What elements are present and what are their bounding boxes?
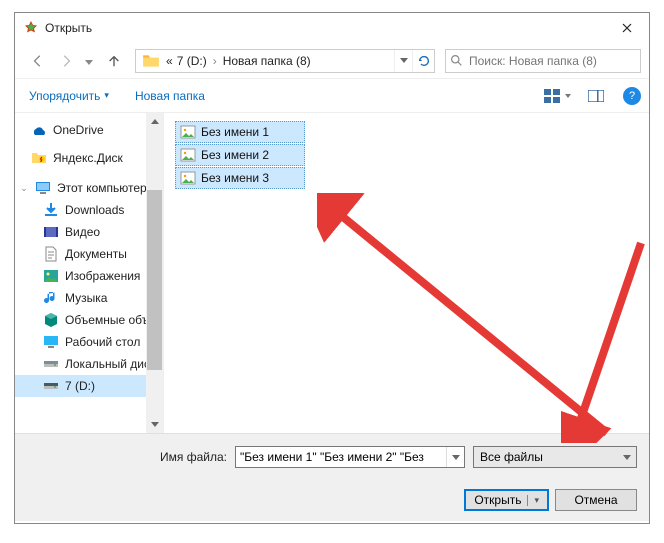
image-file-icon [180,124,196,140]
close-button[interactable] [605,13,649,43]
filter-label: Все файлы [480,450,618,464]
forward-button[interactable] [57,52,75,70]
new-folder-label: Новая папка [135,89,205,103]
file-label: Без имени 3 [201,171,269,185]
image-file-icon [180,147,196,163]
new-folder-button[interactable]: Новая папка [129,85,211,107]
sidebar-item-drive-d[interactable]: 7 (D:) [15,375,163,397]
breadcrumb-root[interactable]: « [164,54,175,68]
chevron-down-icon: ▾ [527,495,539,506]
downloads-icon [43,202,59,218]
back-button[interactable] [29,52,47,70]
sidebar-item-localdisk[interactable]: Локальный диск [15,353,163,375]
breadcrumb-folder[interactable]: Новая папка (8) [221,54,313,68]
expand-handle[interactable]: ⌄ [19,183,29,194]
thispc-icon [35,180,51,196]
open-file-dialog: Открыть « 7 (D:) › Новая папка (8) [14,12,650,524]
title-bar: Открыть [15,13,649,43]
footer: Имя файла: Все файлы Открыть ▾ Отмена [15,433,649,521]
open-button[interactable]: Открыть ▾ [464,489,549,511]
sidebar-item-downloads[interactable]: Downloads [15,199,163,221]
address-bar[interactable]: « 7 (D:) › Новая папка (8) [135,49,435,73]
address-dropdown[interactable] [394,50,412,72]
window-title: Открыть [45,21,605,35]
recent-locations-dropdown[interactable] [85,54,95,68]
scroll-up-button[interactable] [146,113,163,130]
image-file-icon [180,170,196,186]
chevron-down-icon [618,447,636,467]
annotation-arrow [561,233,651,443]
preview-pane-button[interactable] [583,85,609,107]
pictures-icon [43,268,59,284]
open-button-label: Открыть [474,493,521,507]
file-item[interactable]: Без имени 1 [175,121,305,143]
desktop-icon [43,334,59,350]
filename-input[interactable] [236,450,446,464]
scroll-down-button[interactable] [146,416,163,433]
file-label: Без имени 1 [201,125,269,139]
filename-label: Имя файла: [27,450,227,464]
music-icon [43,290,59,306]
sidebar-item-yandexdisk[interactable]: Яндекс.Диск [15,147,163,169]
videos-icon [43,224,59,240]
view-options-button[interactable] [539,85,565,107]
command-bar: Упорядочить ▾ Новая папка ? [15,79,649,113]
sidebar-item-music[interactable]: Музыка [15,287,163,309]
sidebar-item-documents[interactable]: Документы [15,243,163,265]
filetype-combobox[interactable]: Все файлы [473,446,637,468]
folder-icon [142,52,160,70]
refresh-button[interactable] [412,50,434,72]
scroll-thumb[interactable] [147,190,162,370]
chevron-down-icon[interactable] [446,447,464,467]
sidebar-scrollbar[interactable] [146,113,163,433]
search-icon [450,54,463,67]
volumes-icon [43,312,59,328]
sidebar-item-desktop[interactable]: Рабочий стол [15,331,163,353]
sidebar-item-thispc[interactable]: ⌄ Этот компьютер [15,177,163,199]
organize-label: Упорядочить [29,89,100,103]
filename-combobox[interactable] [235,446,465,468]
help-button[interactable]: ? [623,87,641,105]
sidebar-item-onedrive[interactable]: OneDrive [15,119,163,141]
onedrive-icon [31,122,47,138]
drive-icon [43,378,59,394]
file-item[interactable]: Без имени 3 [175,167,305,189]
file-item[interactable]: Без имени 2 [175,144,305,166]
app-icon [23,20,39,36]
nav-row: « 7 (D:) › Новая папка (8) [15,43,649,79]
cancel-button[interactable]: Отмена [555,489,637,511]
documents-icon [43,246,59,262]
drive-icon [43,356,59,372]
sidebar-item-videos[interactable]: Видео [15,221,163,243]
sidebar-item-pictures[interactable]: Изображения [15,265,163,287]
up-button[interactable] [105,52,123,70]
chevron-down-icon: ▾ [104,90,109,101]
yandexdisk-icon [31,150,47,166]
breadcrumb-drive[interactable]: 7 (D:) [175,54,209,68]
sidebar: OneDrive Яндекс.Диск ⌄ Этот компьютер Do… [15,113,163,433]
search-input[interactable] [469,54,636,68]
search-box[interactable] [445,49,641,73]
organize-button[interactable]: Упорядочить ▾ [23,85,115,107]
nav-buttons [23,52,129,70]
file-label: Без имени 2 [201,148,269,162]
sidebar-item-3dobjects[interactable]: Объемные объекты [15,309,163,331]
chevron-right-icon: › [209,54,221,68]
